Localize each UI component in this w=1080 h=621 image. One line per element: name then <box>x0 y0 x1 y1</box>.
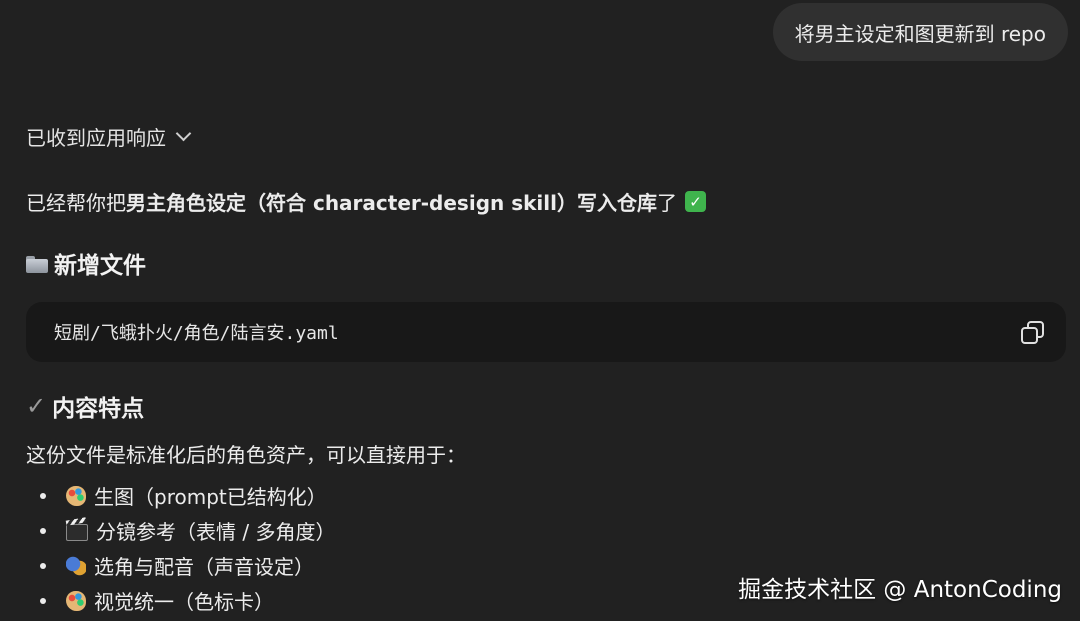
intro-suffix: 了 <box>657 191 677 215</box>
performing-arts-icon <box>66 555 86 576</box>
list-item: 选角与配音（声音设定） <box>40 548 335 583</box>
bullet-icon <box>40 527 46 534</box>
features-description: 这份文件是标准化后的角色资产，可以直接用于： <box>26 443 466 467</box>
list-item-text: 分镜参考（表情 / 多角度） <box>96 520 336 544</box>
intro-bold: 男主角色设定（符合 character-design skill）写入仓库 <box>126 191 657 215</box>
copy-icon[interactable] <box>1018 319 1044 345</box>
palette-icon <box>66 590 86 611</box>
palette-icon <box>66 485 86 506</box>
user-message-text: 将男主设定和图更新到 repo <box>794 21 1046 46</box>
features-list: 生图（prompt已结构化） 分镜参考（表情 / 多角度） 选角与配音（声音设定… <box>40 478 335 618</box>
list-item-text: 视觉统一（色标卡） <box>94 590 274 614</box>
list-item: 视觉统一（色标卡） <box>40 583 335 618</box>
features-heading-text: 内容特点 <box>52 396 145 422</box>
watermark: 掘金技术社区 @ AntonCoding <box>738 577 1062 603</box>
response-status-label: 已收到应用响应 <box>26 126 166 150</box>
list-item-text: 选角与配音（声音设定） <box>94 555 314 579</box>
new-files-heading: 新增文件 <box>26 246 146 280</box>
features-heading: ✓ 内容特点 <box>26 389 144 423</box>
clapper-board-icon <box>66 524 88 541</box>
user-message-bubble: 将男主设定和图更新到 repo <box>772 3 1068 61</box>
bullet-icon <box>40 492 46 499</box>
folder-icon <box>26 255 48 273</box>
list-item: 生图（prompt已结构化） <box>40 478 335 513</box>
bullet-icon <box>40 562 46 569</box>
list-item-text: 生图（prompt已结构化） <box>94 485 327 509</box>
list-item: 分镜参考（表情 / 多角度） <box>40 513 335 548</box>
bullet-icon <box>40 597 46 604</box>
chevron-down-icon <box>175 125 192 142</box>
code-block: 短剧/飞蛾扑火/角色/陆言安.yaml <box>26 302 1066 362</box>
file-path: 短剧/飞蛾扑火/角色/陆言安.yaml <box>54 323 339 344</box>
check-mark-emoji-icon: ✓ <box>685 191 706 212</box>
checkmark-icon: ✓ <box>26 392 47 420</box>
intro-prefix: 已经帮你把 <box>26 191 126 215</box>
response-status-toggle[interactable]: 已收到应用响应 <box>26 122 192 151</box>
assistant-intro: 已经帮你把 男主角色设定（符合 character-design skill）写入… <box>26 187 706 216</box>
new-files-heading-text: 新增文件 <box>54 253 146 279</box>
